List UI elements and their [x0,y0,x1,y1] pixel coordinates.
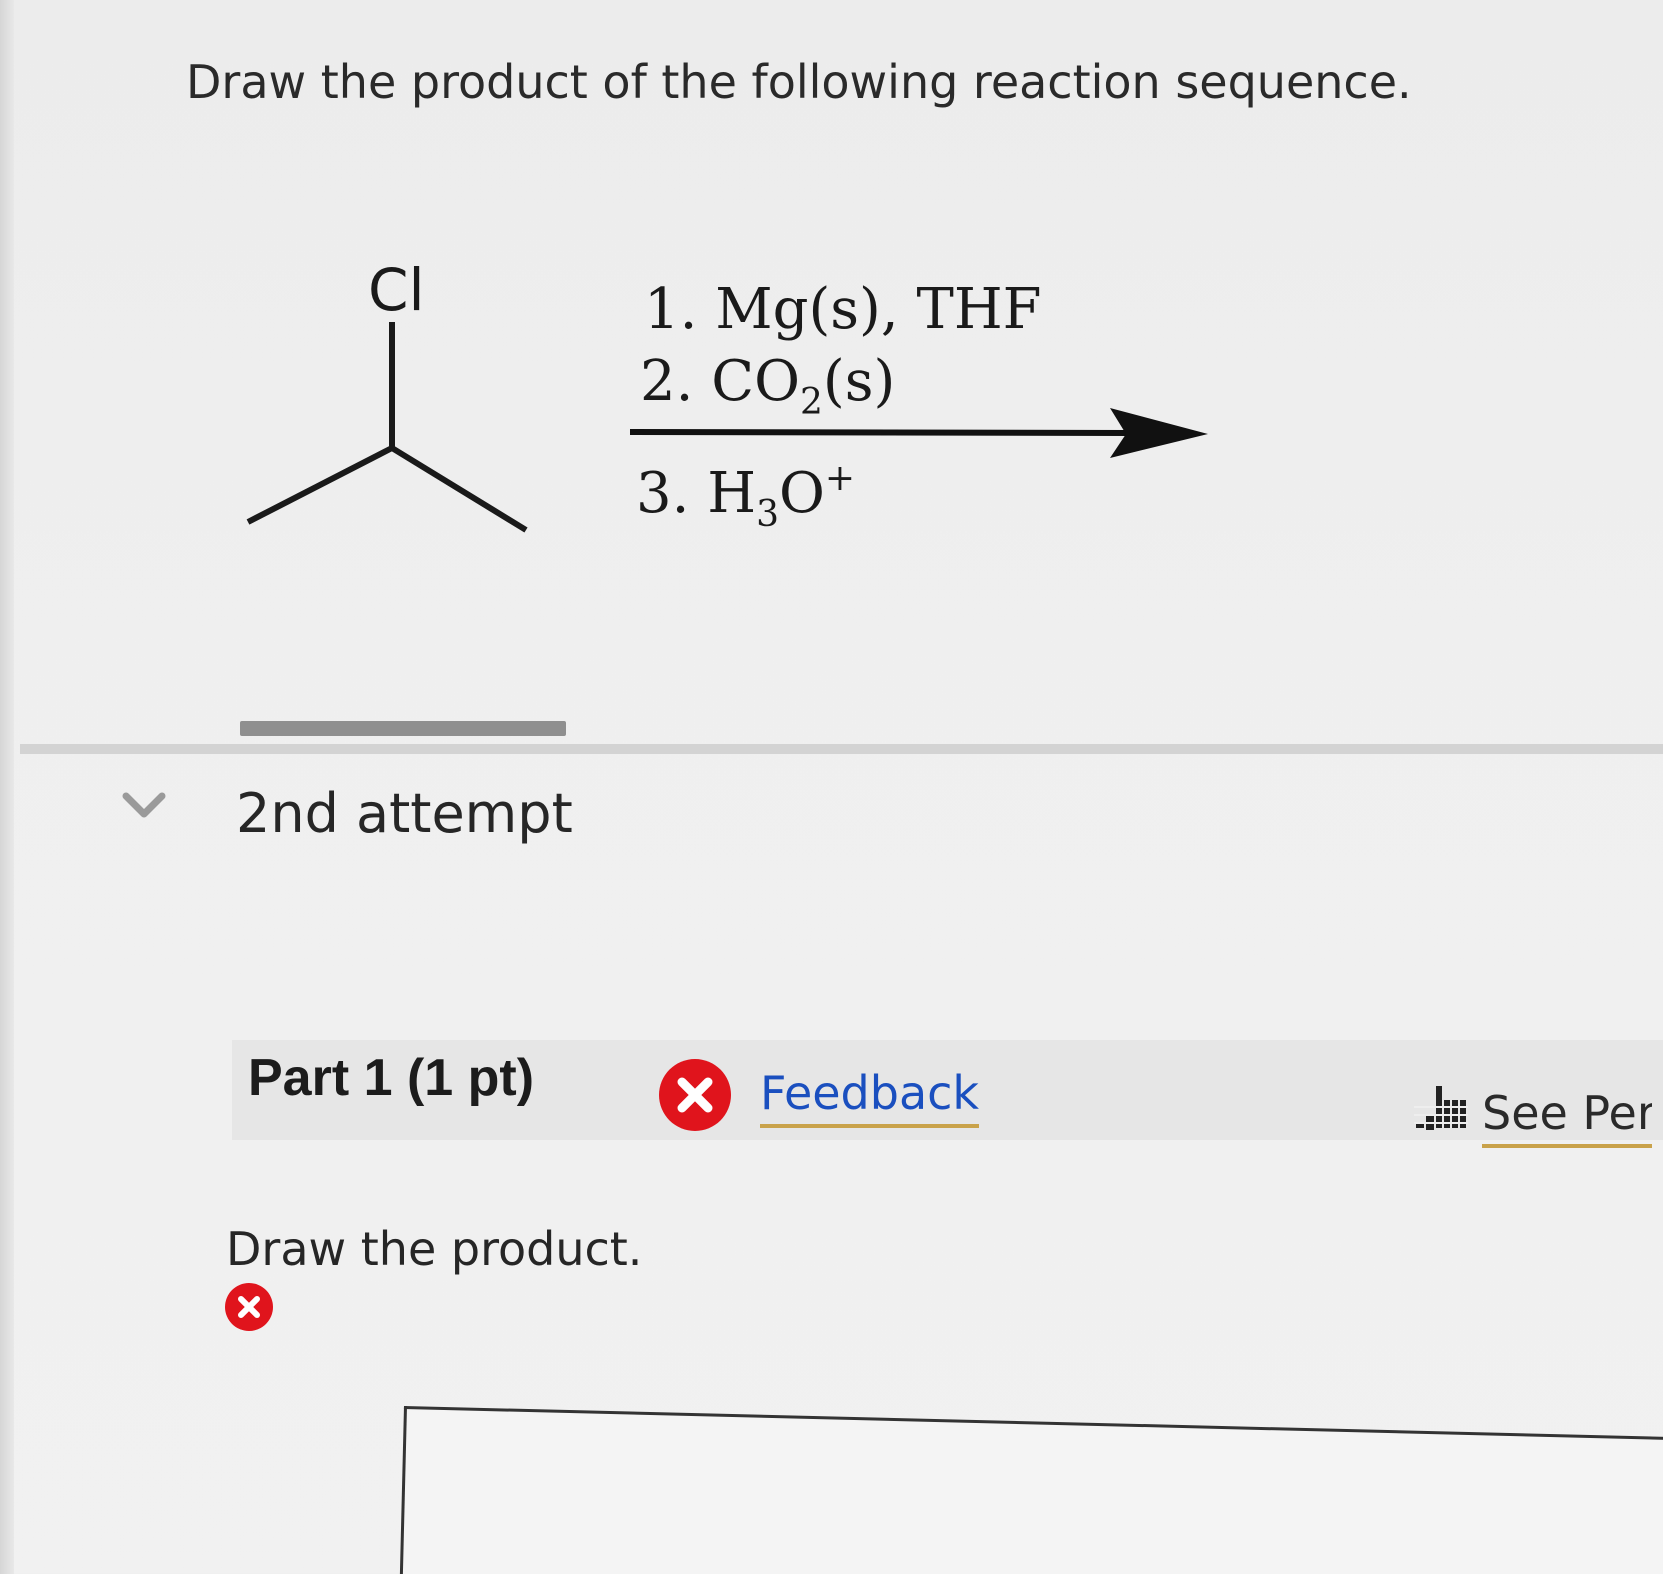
reaction-arrow-shaft [629,429,1131,436]
drawing-canvas[interactable] [399,1406,1663,1574]
periodic-table-icon[interactable] [1414,1082,1468,1130]
chevron-down-icon[interactable] [122,790,166,820]
see-periodic-table-link[interactable]: See Peri [1482,1086,1652,1148]
question-prompt: Draw the product of the following reacti… [186,55,1412,109]
bond-right [390,445,528,533]
step3-label: 3. H3O+ [636,458,855,535]
attempt-progress-bar [240,721,566,736]
task-instruction: Draw the product. [226,1222,643,1276]
bond-left [246,445,394,525]
step1-label: 1. Mg(s), THF [644,277,1042,342]
page-left-edge [0,0,14,1574]
chlorine-label: Cl [368,256,425,324]
attempt-title: 2nd attempt [236,782,573,845]
feedback-link[interactable]: Feedback [760,1066,980,1128]
reaction-diagram: Cl 1. Mg(s), THF 2. CO2(s) 3. H3O+ [246,256,1208,535]
incorrect-icon [657,1057,733,1133]
attempt-separator [20,744,1663,754]
step2-label: 2. CO2(s) [640,349,895,423]
incorrect-icon-small [224,1282,274,1332]
part-title: Part 1 (1 pt) [248,1049,535,1107]
reaction-scheme: Cl 1. Mg(s), THF 2. CO2(s) 3. H3O+ [230,240,1230,570]
